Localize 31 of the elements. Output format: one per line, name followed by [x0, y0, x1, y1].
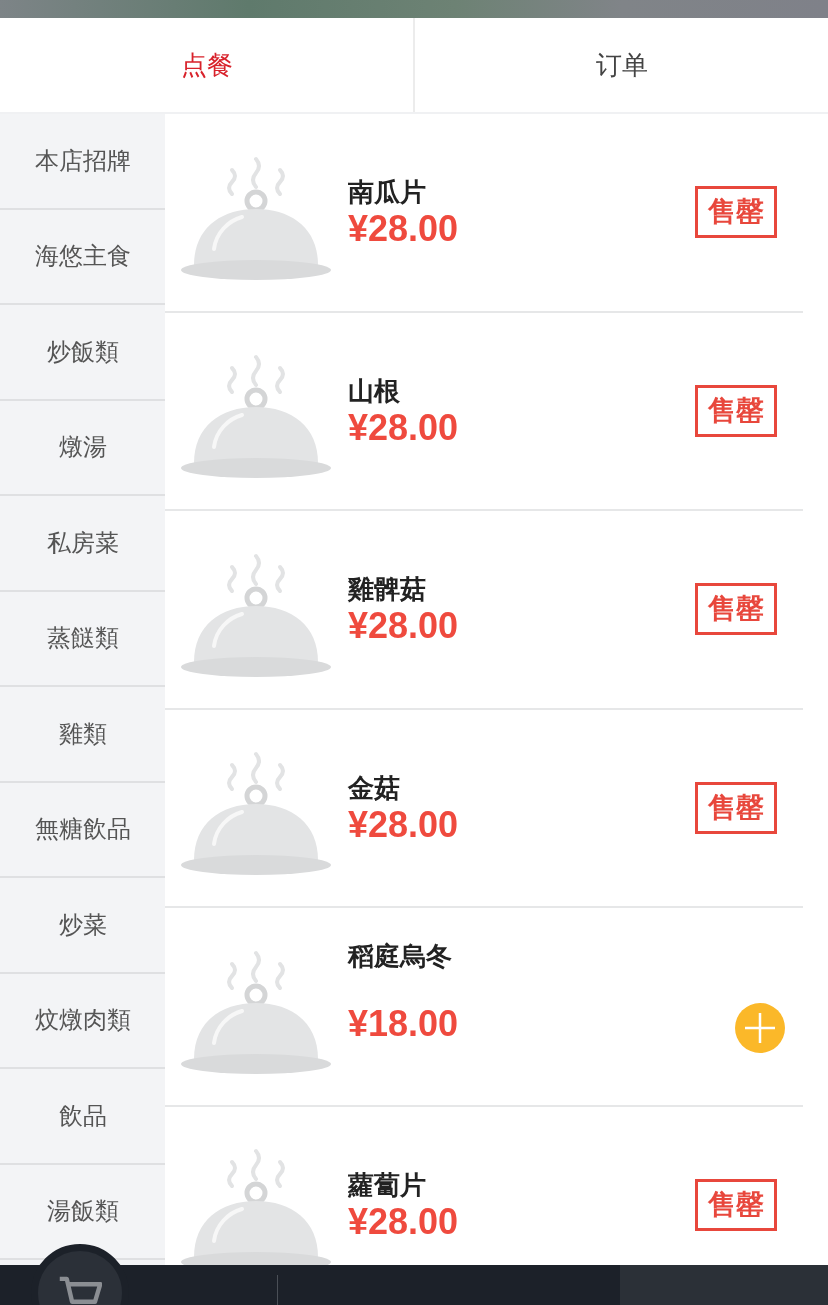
category-item[interactable]: 炆燉肉類	[34, 1005, 131, 1036]
dish-price: ¥28.00	[348, 1201, 460, 1242]
category-item[interactable]: 海悠主食	[34, 241, 131, 272]
dish-price: ¥28.00	[348, 804, 460, 845]
category-item[interactable]: 炒菜	[58, 909, 107, 940]
category-item[interactable]: 蒸餸類	[46, 623, 119, 654]
dish-name: 南瓜片	[348, 176, 427, 210]
sold-out-badge: 售罄	[695, 583, 777, 636]
category-item[interactable]: 雞類	[58, 718, 107, 749]
category-item[interactable]: 燉湯	[58, 432, 107, 463]
category-item[interactable]: 飲品	[58, 1100, 107, 1131]
dish-price: ¥28.00	[348, 407, 460, 448]
category-item[interactable]: 私房菜	[46, 527, 119, 558]
cart-icon	[58, 1275, 102, 1305]
category-item[interactable]: 炒飯類	[46, 336, 119, 367]
sold-out-badge: 售罄	[695, 186, 777, 239]
dish-name: 雞髀菇	[348, 573, 427, 607]
sold-out-badge: 售罄	[695, 781, 777, 834]
dish-price: ¥28.00	[348, 209, 460, 250]
category-item[interactable]: 本店招牌	[34, 145, 131, 176]
dish-name: 金菇	[348, 771, 401, 805]
sold-out-badge: 售罄	[695, 1178, 777, 1231]
plus-icon	[745, 1013, 775, 1044]
dish-name: 蘿蔔片	[348, 1168, 427, 1202]
category-item[interactable]: 湯飯類	[46, 1196, 119, 1227]
dish-name: 稻庭烏冬	[348, 940, 453, 973]
dish-name: 山根	[348, 374, 401, 408]
sold-out-badge: 售罄	[695, 384, 777, 437]
dish-price: ¥28.00	[348, 606, 460, 647]
dish-price: ¥18.00	[348, 1004, 460, 1044]
category-item[interactable]: 無糖飲品	[34, 814, 131, 845]
